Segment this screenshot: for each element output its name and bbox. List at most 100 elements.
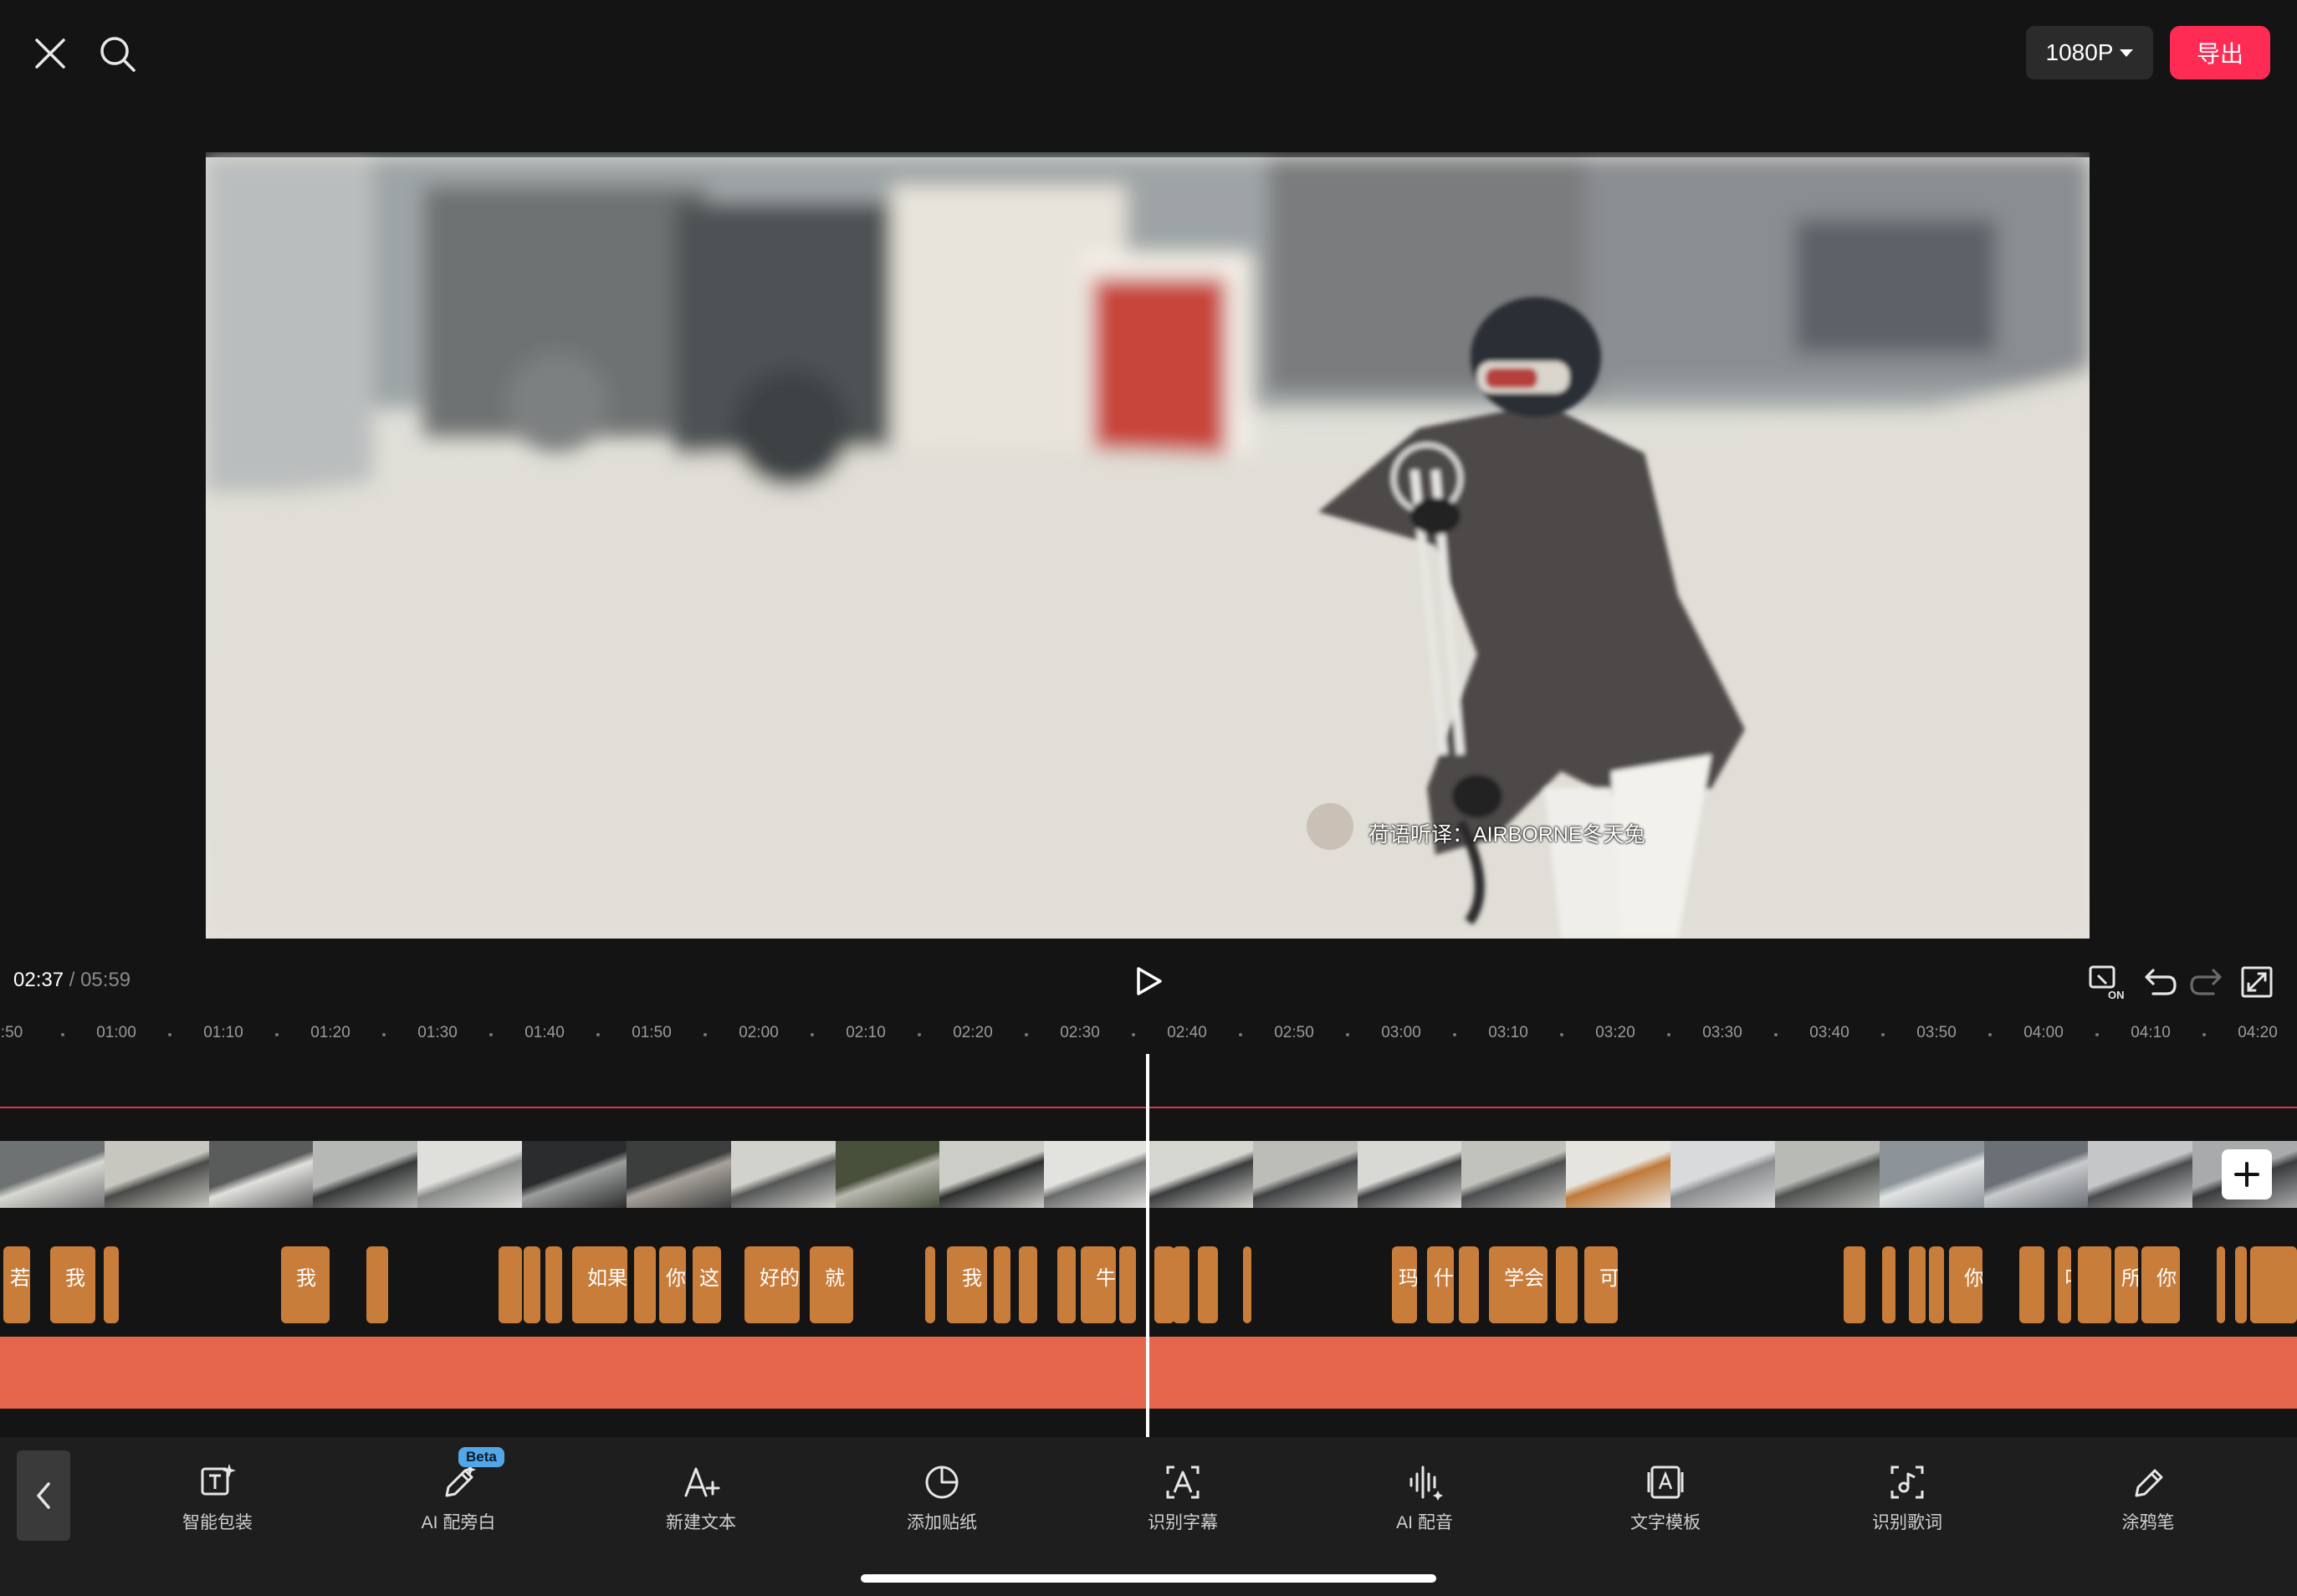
subtitle-clip[interactable]: 我 [50, 1246, 95, 1323]
subtitle-clip[interactable]: 好的 [744, 1246, 800, 1323]
subtitle-clip[interactable]: 你 [1949, 1246, 1982, 1323]
ruler-dot [2095, 1033, 2099, 1036]
video-clip-thumbnail[interactable] [208, 1141, 315, 1208]
subtitle-clip[interactable]: 就 [810, 1246, 853, 1323]
back-button[interactable] [17, 1450, 70, 1541]
resolution-dropdown[interactable]: 1080P [2026, 26, 2153, 79]
subtitle-clip[interactable] [2078, 1246, 2111, 1323]
subtitle-clip[interactable]: 你 [659, 1246, 686, 1323]
home-indicator[interactable] [861, 1574, 1436, 1583]
subtitle-clip[interactable]: 如果 [572, 1246, 627, 1323]
subtitle-clip[interactable] [925, 1246, 935, 1323]
keyframe-on-button[interactable]: ON [2088, 964, 2126, 1000]
tool-ai-pen[interactable]: AI 配旁白 [366, 1462, 550, 1537]
playhead[interactable] [1146, 1054, 1149, 1437]
subtitle-clip[interactable] [1459, 1246, 1479, 1323]
ruler-label: 01:00 [96, 1024, 136, 1041]
tool-brush[interactable]: 涂鸦笔 [2056, 1462, 2240, 1537]
subtitle-clip[interactable] [1909, 1246, 1926, 1323]
video-clip-thumbnail[interactable] [835, 1141, 941, 1208]
video-clip-thumbnail[interactable] [1879, 1141, 1985, 1208]
video-clip-thumbnail[interactable] [1148, 1141, 1254, 1208]
subtitle-clip[interactable] [1173, 1246, 1189, 1323]
fullscreen-button[interactable] [2238, 964, 2277, 1000]
subtitle-clip[interactable] [1119, 1246, 1136, 1323]
ruler-label: 04:20 [2238, 1024, 2278, 1041]
export-button[interactable]: 导出 [2170, 26, 2270, 79]
subtitle-clip[interactable] [104, 1246, 119, 1323]
time-ruler[interactable]: :50 01:00 01:10 01:20 01:30 01:40 01:50 02:00 02… [0, 1017, 2297, 1054]
play-button[interactable] [1133, 965, 1164, 997]
subtitle-clip[interactable] [1882, 1246, 1895, 1323]
subtitle-clip[interactable] [2235, 1246, 2247, 1323]
fullscreen-icon [2241, 966, 2273, 998]
subtitle-clip[interactable]: 这 [693, 1246, 721, 1323]
subtitle-clip[interactable] [1198, 1246, 1218, 1323]
video-clip-thumbnail[interactable] [522, 1141, 627, 1208]
video-clip-thumbnail[interactable] [2088, 1141, 2194, 1208]
ai-pen-icon [445, 1464, 476, 1497]
tool-sticker[interactable]: 添加贴纸 [850, 1462, 1034, 1537]
video-clip-thumbnail[interactable] [313, 1141, 419, 1208]
add-clip-button[interactable] [2222, 1149, 2272, 1200]
subtitle-clip[interactable]: 什 [1427, 1246, 1454, 1323]
subtitle-clip[interactable]: 若 [3, 1246, 30, 1323]
time-display: 02:37 / 05:59 [13, 969, 130, 992]
video-clip-thumbnail[interactable] [417, 1141, 524, 1208]
resolution-label: 1080P [2045, 39, 2114, 65]
close-button[interactable] [30, 33, 70, 74]
subtitle-clip[interactable]: 学会 [1489, 1246, 1548, 1323]
subtitle-clip[interactable] [1556, 1246, 1578, 1323]
tool-add-text[interactable]: 新建文本 [609, 1462, 793, 1537]
subtitle-clip[interactable] [1929, 1246, 1944, 1323]
subtitle-clip[interactable] [524, 1246, 540, 1323]
video-clip-thumbnail[interactable] [1252, 1141, 1358, 1208]
subtitle-clip[interactable] [2250, 1246, 2297, 1323]
video-clip-thumbnail[interactable] [1044, 1141, 1149, 1208]
ruler-label: 02:50 [1274, 1024, 1314, 1041]
redo-icon [2190, 969, 2222, 995]
subtitle-clip[interactable] [499, 1246, 522, 1323]
video-clip-thumbnail[interactable] [1983, 1141, 2090, 1208]
search-button[interactable] [97, 33, 139, 75]
video-clip-thumbnail[interactable] [0, 1141, 105, 1208]
video-clip-thumbnail[interactable] [104, 1141, 210, 1208]
subtitle-clip[interactable] [366, 1246, 388, 1323]
video-frame [206, 152, 2090, 939]
subtitle-clip[interactable] [1243, 1246, 1251, 1323]
video-clip-thumbnail[interactable] [1461, 1141, 1568, 1208]
subtitle-clip[interactable] [1154, 1246, 1174, 1323]
tool-recognize-lyrics[interactable]: 识别歌词 [1815, 1462, 1999, 1537]
video-preview[interactable] [206, 152, 2090, 939]
tool-smart-text[interactable]: 智能包装 [125, 1462, 310, 1537]
subtitle-clip[interactable] [1844, 1246, 1865, 1323]
video-clip-thumbnail[interactable] [1357, 1141, 1463, 1208]
subtitle-clip[interactable] [994, 1246, 1010, 1323]
subtitle-clip[interactable]: 所 [2115, 1246, 2138, 1323]
subtitle-clip[interactable]: 叫 [2058, 1246, 2071, 1323]
subtitle-clip[interactable]: 玛 [1392, 1246, 1417, 1323]
tool-text-template[interactable]: 文字模板 [1573, 1462, 1757, 1537]
video-clip-thumbnail[interactable] [1670, 1141, 1776, 1208]
tool-label: 涂鸦笔 [2121, 1513, 2175, 1532]
subtitle-clip[interactable] [545, 1246, 562, 1323]
video-clip-thumbnail[interactable] [1566, 1141, 1672, 1208]
tool-ai-voice[interactable]: AI 配音 [1333, 1462, 1517, 1537]
subtitle-clip[interactable] [2217, 1246, 2225, 1323]
subtitle-clip[interactable] [634, 1246, 656, 1323]
subtitle-clip[interactable] [1057, 1246, 1076, 1323]
subtitle-clip[interactable]: 可 [1584, 1246, 1618, 1323]
video-clip-thumbnail[interactable] [939, 1141, 1046, 1208]
subtitle-clip[interactable]: 牛 [1081, 1246, 1116, 1323]
video-clip-thumbnail[interactable] [1774, 1141, 1880, 1208]
subtitle-clip[interactable] [2019, 1246, 2044, 1323]
tool-recognize-subtitle[interactable]: 识别字幕 [1091, 1462, 1275, 1537]
subtitle-clip[interactable]: 我 [281, 1246, 330, 1323]
redo-button[interactable] [2188, 964, 2227, 1000]
subtitle-clip[interactable]: 我 [947, 1246, 987, 1323]
video-clip-thumbnail[interactable] [730, 1141, 836, 1208]
subtitle-clip[interactable] [1019, 1246, 1037, 1323]
undo-button[interactable] [2140, 964, 2178, 1000]
video-clip-thumbnail[interactable] [626, 1141, 732, 1208]
subtitle-clip[interactable]: 你 [2141, 1246, 2180, 1323]
